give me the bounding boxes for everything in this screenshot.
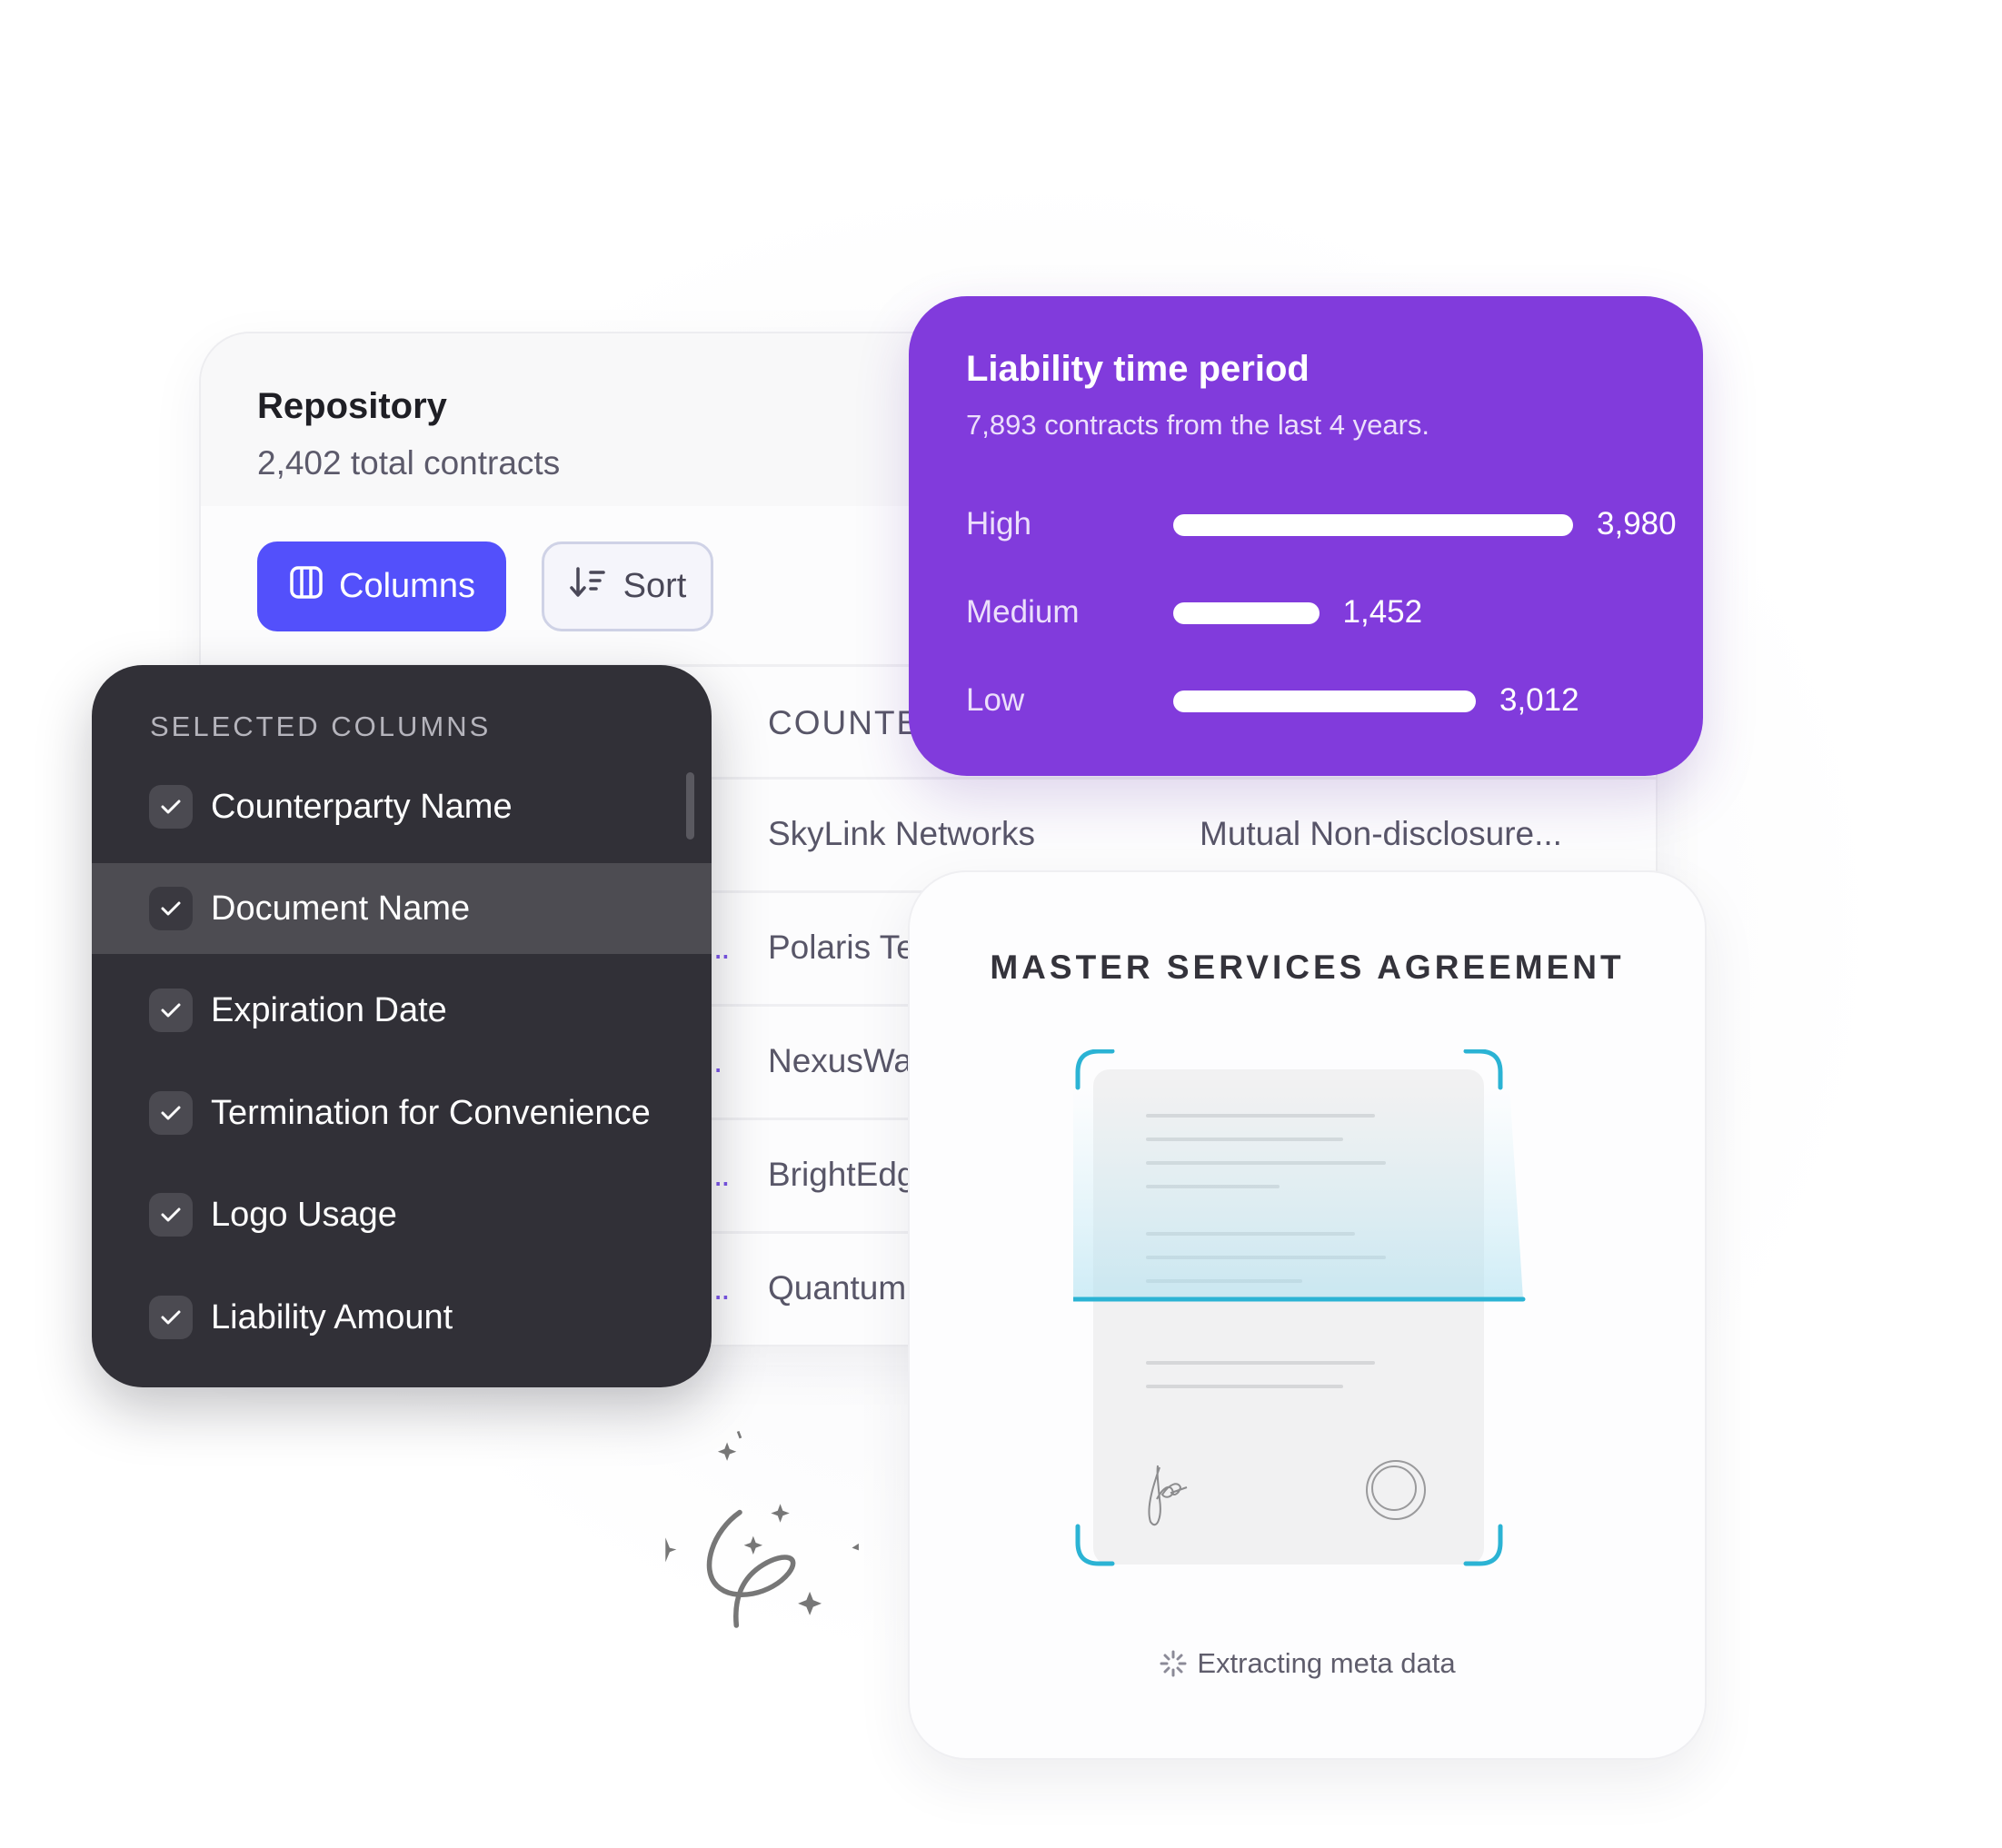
- checkbox[interactable]: [149, 1296, 193, 1339]
- columns-button[interactable]: Columns: [257, 541, 506, 631]
- sort-icon: [569, 564, 609, 610]
- column-option-logo-usage[interactable]: Logo Usage: [92, 1169, 712, 1260]
- column-option-label: Logo Usage: [211, 1195, 397, 1234]
- loading-spinner-icon: [1160, 1650, 1187, 1677]
- columns-button-label: Columns: [339, 567, 475, 605]
- selected-columns-panel: SELECTED COLUMNS Counterparty Name Docum…: [92, 665, 712, 1387]
- liability-row-high: High 3,980: [966, 502, 1677, 548]
- truncation-dots: ..: [713, 929, 731, 966]
- column-option-document-name[interactable]: Document Name: [92, 863, 712, 954]
- extraction-status: Extracting meta data: [910, 1647, 1705, 1680]
- repository-subtitle: 2,402 total contracts: [257, 444, 561, 482]
- truncation-dots: .: [713, 1042, 722, 1079]
- counterparty-cell: Polaris Te: [768, 929, 915, 966]
- check-icon: [161, 1106, 181, 1120]
- document-title: MASTER SERVICES AGREEMENT: [990, 949, 1625, 986]
- repository-title: Repository: [257, 386, 447, 426]
- checkbox[interactable]: [149, 887, 193, 930]
- liability-label: Medium: [966, 594, 1080, 630]
- liability-title: Liability time period: [966, 349, 1310, 389]
- liability-bar: [1173, 514, 1573, 536]
- column-option-label: Termination for Convenience: [211, 1093, 651, 1132]
- counterparty-cell: BrightEdg: [768, 1156, 916, 1193]
- liability-row-low: Low 3,012: [966, 679, 1667, 724]
- liability-bar: [1173, 602, 1320, 624]
- liability-bar: [1173, 691, 1476, 712]
- counterparty-cell: Quantum: [768, 1269, 907, 1307]
- sparkle-doodle-icon: [665, 1430, 859, 1628]
- document-cell: Mutual Non-disclosure...: [1200, 815, 1562, 852]
- column-header-counterparty[interactable]: COUNTE: [768, 704, 921, 742]
- check-icon: [161, 800, 181, 814]
- liability-value: 1,452: [1342, 594, 1423, 630]
- column-option-label: Document Name: [211, 889, 471, 928]
- liability-label: Low: [966, 682, 1025, 718]
- column-option-label: Expiration Date: [211, 990, 447, 1029]
- column-option-label: Counterparty Name: [211, 787, 513, 826]
- checkbox[interactable]: [149, 1193, 193, 1237]
- document-scan-illustration: [1073, 1049, 1526, 1566]
- extraction-status-label: Extracting meta data: [1197, 1647, 1456, 1679]
- check-icon: [161, 1003, 181, 1018]
- column-option-counterparty-name[interactable]: Counterparty Name: [92, 761, 712, 852]
- checkbox[interactable]: [149, 1091, 193, 1135]
- liability-row-medium: Medium 1,452: [966, 591, 1667, 636]
- checkbox[interactable]: [149, 989, 193, 1032]
- columns-icon: [288, 564, 324, 610]
- truncation-dots: ..: [713, 1269, 731, 1307]
- truncation-dots: ..: [713, 1156, 731, 1193]
- sort-button-label: Sort: [623, 567, 687, 605]
- check-icon: [161, 1310, 181, 1325]
- sort-button[interactable]: Sort: [542, 541, 713, 631]
- panel-title: SELECTED COLUMNS: [150, 710, 492, 742]
- scan-beam: [1073, 1086, 1523, 1299]
- check-icon: [161, 901, 181, 916]
- column-option-label: Liability Amount: [211, 1297, 453, 1336]
- checkbox[interactable]: [149, 785, 193, 829]
- liability-label: High: [966, 506, 1031, 541]
- counterparty-cell: NexusWa: [768, 1042, 913, 1079]
- liability-subtitle: 7,893 contracts from the last 4 years.: [966, 409, 1430, 441]
- check-icon: [161, 1207, 181, 1222]
- liability-card: Liability time period 7,893 contracts fr…: [909, 296, 1703, 776]
- column-option-expiration-date[interactable]: Expiration Date: [92, 965, 712, 1056]
- column-option-termination-for-convenience[interactable]: Termination for Convenience: [92, 1068, 712, 1158]
- counterparty-cell: SkyLink Networks: [768, 815, 1036, 852]
- column-option-liability-amount[interactable]: Liability Amount: [92, 1272, 712, 1363]
- liability-value: 3,980: [1597, 506, 1677, 541]
- liability-value: 3,012: [1499, 682, 1579, 718]
- document-scan-card: MASTER SERVICES AGREEMENT Extracting met…: [908, 870, 1707, 1760]
